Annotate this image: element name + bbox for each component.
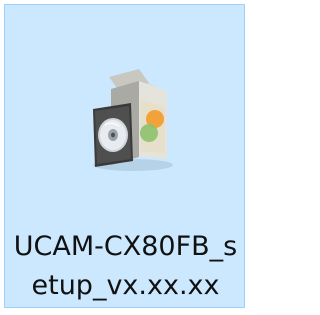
file-name-label: UCAM-CX80FB_s etup_vx.xx.xx <box>5 227 246 305</box>
setup-installer-cd-box-icon <box>75 63 187 175</box>
desktop-file-icon-selected[interactable]: UCAM-CX80FB_s etup_vx.xx.xx <box>4 4 245 308</box>
file-name-line-2: etup_vx.xx.xx <box>31 270 220 301</box>
file-name-line-1: UCAM-CX80FB_s <box>13 231 238 262</box>
